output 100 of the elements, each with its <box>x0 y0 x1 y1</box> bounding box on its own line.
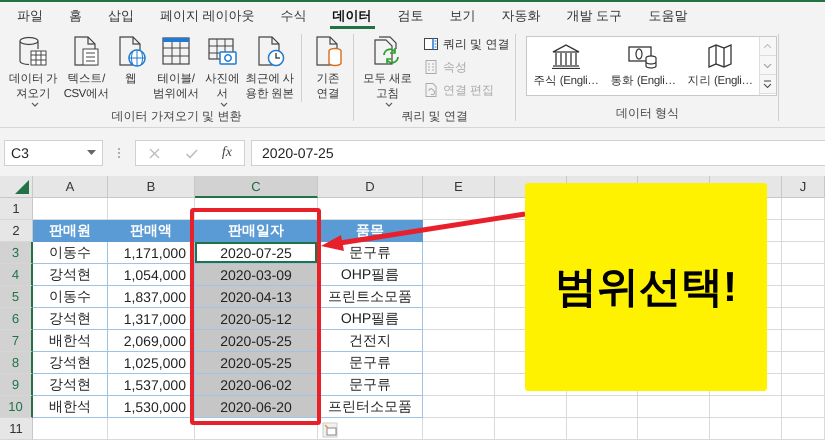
ribbon-tab[interactable]: 홈 <box>58 2 93 30</box>
ribbon-tab[interactable]: 데이터 <box>322 2 383 30</box>
grid-cell[interactable] <box>638 396 710 418</box>
close-icon[interactable] <box>148 146 161 160</box>
grid-cell[interactable] <box>782 198 825 220</box>
grid-cell[interactable] <box>782 242 825 264</box>
table-cell[interactable]: 배한석 <box>33 396 108 418</box>
ribbon-button[interactable]: 최근에 사 용한 원본 <box>242 34 298 102</box>
grid-cell[interactable] <box>108 418 195 440</box>
grid-cell[interactable] <box>782 264 825 286</box>
grid-cell[interactable] <box>423 330 495 352</box>
grid-cell[interactable] <box>423 220 495 242</box>
grid-cell[interactable] <box>567 418 638 440</box>
table-cell[interactable]: 문구류 <box>318 374 423 396</box>
gallery-item[interactable]: 주식 (Engli… <box>527 37 605 95</box>
ribbon-tab[interactable]: 페이지 레이아웃 <box>149 2 266 30</box>
ribbon-tab[interactable]: 파일 <box>6 2 54 30</box>
column-header[interactable]: J <box>782 176 825 198</box>
grid-cell[interactable] <box>710 418 782 440</box>
column-header[interactable]: C <box>195 176 318 198</box>
row-header[interactable]: 10 <box>0 396 33 418</box>
ribbon-button[interactable]: 데이터 가 져오기 <box>6 34 61 108</box>
ribbon-tab[interactable]: 보기 <box>438 2 487 30</box>
table-cell[interactable]: 프린터소모품 <box>318 396 423 418</box>
grid-cell[interactable] <box>782 286 825 308</box>
ribbon-button[interactable]: 웹 <box>112 34 150 87</box>
column-header[interactable]: B <box>108 176 195 198</box>
function-button[interactable]: fx <box>222 145 232 161</box>
table-cell[interactable]: 문구류 <box>318 352 423 374</box>
row-header[interactable]: 2 <box>0 220 33 242</box>
grid-cell[interactable] <box>782 374 825 396</box>
ribbon-tab[interactable]: 개발 도구 <box>556 2 634 30</box>
grid-cell[interactable] <box>782 220 825 242</box>
grid-cell[interactable] <box>423 264 495 286</box>
table-cell[interactable]: 2020-05-12 <box>195 308 318 330</box>
ribbon-button[interactable]: 테이블/ 범위에서 <box>150 34 202 102</box>
table-cell[interactable]: 배한석 <box>33 330 108 352</box>
grid-cell[interactable] <box>423 308 495 330</box>
table-cell[interactable]: 2020-03-09 <box>195 264 318 286</box>
grid-cell[interactable] <box>423 396 495 418</box>
ribbon-tab[interactable]: 도움말 <box>637 2 698 30</box>
grid-cell[interactable] <box>423 418 495 440</box>
table-cell[interactable]: 2020-05-25 <box>195 330 318 352</box>
ribbon-tab[interactable]: 검토 <box>386 2 435 30</box>
table-cell[interactable]: 2020-07-25 <box>195 242 318 264</box>
grid-cell[interactable] <box>782 352 825 374</box>
ribbon-tab[interactable]: 삽입 <box>97 2 145 30</box>
row-header[interactable]: 4 <box>0 264 33 286</box>
table-cell[interactable]: 강석현 <box>33 308 108 330</box>
table-cell[interactable]: 2020-04-13 <box>195 286 318 308</box>
table-cell[interactable]: OHP필름 <box>318 264 423 286</box>
table-cell[interactable]: 건전지 <box>318 330 423 352</box>
table-cell[interactable]: 2020-06-20 <box>195 396 318 418</box>
row-header[interactable]: 9 <box>0 374 33 396</box>
table-cell[interactable]: 2020-05-25 <box>195 352 318 374</box>
ribbon-button[interactable]: 모두 새로 고침 <box>360 34 415 108</box>
ribbon-button[interactable]: 쿼리 및 연결 <box>422 34 510 54</box>
row-header[interactable]: 1 <box>0 198 33 220</box>
grid-cell[interactable] <box>495 396 567 418</box>
ribbon-tab[interactable]: 자동화 <box>490 2 552 30</box>
table-cell[interactable]: 강석현 <box>33 264 108 286</box>
grid-cell[interactable] <box>495 418 567 440</box>
gallery-item[interactable]: 지리 (Engli… <box>682 37 759 95</box>
table-cell[interactable]: 강석현 <box>33 374 108 396</box>
more-button[interactable] <box>760 75 776 94</box>
select-all-icon[interactable] <box>15 180 29 194</box>
grid-cell[interactable] <box>638 418 710 440</box>
column-header[interactable]: E <box>423 176 495 198</box>
grid-cell[interactable] <box>710 396 782 418</box>
grid-cell[interactable] <box>423 286 495 308</box>
table-cell[interactable]: 이동수 <box>33 286 108 308</box>
scroll-up-button[interactable] <box>760 37 776 56</box>
table-cell[interactable]: OHP필름 <box>318 308 423 330</box>
row-header[interactable]: 6 <box>0 308 33 330</box>
row-header[interactable]: 11 <box>0 418 33 440</box>
column-header[interactable]: A <box>33 176 108 198</box>
quick-analysis-icon[interactable] <box>322 422 338 438</box>
grid-cell[interactable] <box>567 396 638 418</box>
grid-cell[interactable] <box>423 198 495 220</box>
grid-cell[interactable] <box>782 418 825 440</box>
grid-cell[interactable] <box>423 374 495 396</box>
table-cell[interactable]: 2020-06-02 <box>195 374 318 396</box>
ribbon-tab[interactable]: 수식 <box>270 2 318 30</box>
formula-field[interactable]: 2020-07-25 <box>251 140 825 166</box>
ribbon-button[interactable]: 기존 연결 <box>301 34 348 102</box>
name-box[interactable]: C3 <box>4 140 103 166</box>
table-cell[interactable]: 이동수 <box>33 242 108 264</box>
row-header[interactable]: 8 <box>0 352 33 374</box>
table-cell[interactable]: 프린트소모품 <box>318 286 423 308</box>
row-header[interactable]: 7 <box>0 330 33 352</box>
grid-cell[interactable] <box>782 308 825 330</box>
check-icon[interactable] <box>184 146 198 160</box>
grid-cell[interactable] <box>782 330 825 352</box>
grid-cell[interactable] <box>782 396 825 418</box>
grid-cell[interactable] <box>33 418 108 440</box>
ribbon-button[interactable]: 사진에 서 <box>202 34 242 108</box>
table-cell[interactable]: 강석현 <box>33 352 108 374</box>
row-header[interactable]: 3 <box>0 242 33 264</box>
grid-cell[interactable] <box>423 352 495 374</box>
column-header[interactable]: D <box>318 176 423 198</box>
